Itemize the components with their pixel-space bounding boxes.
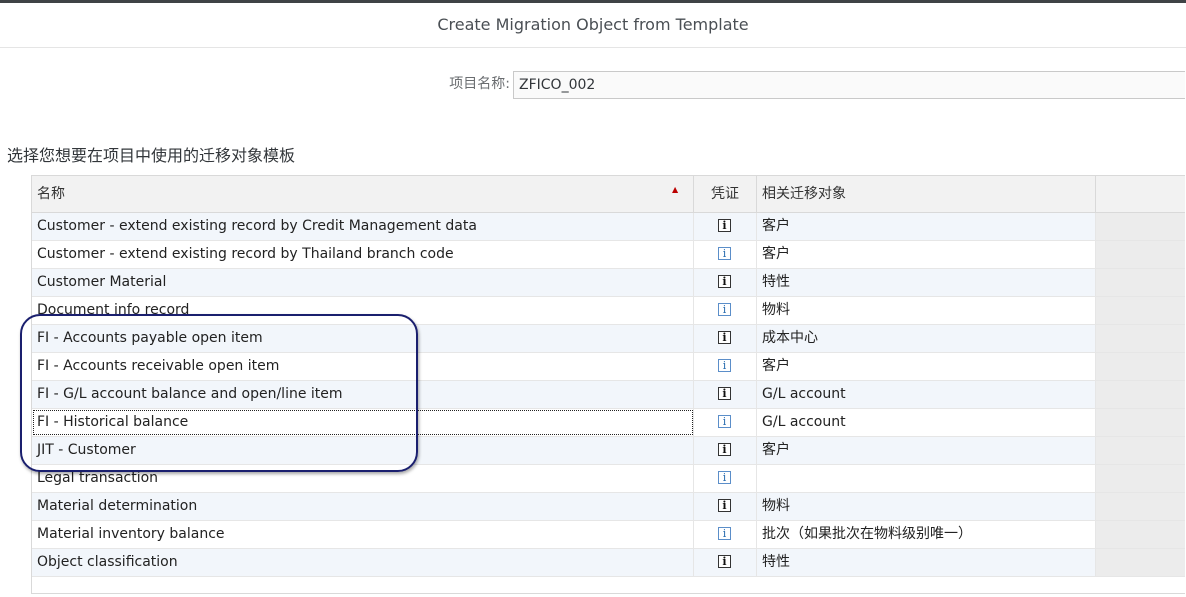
cell-filler: [1096, 549, 1185, 576]
cell-name: Material determination: [32, 493, 694, 520]
cell-related-object: 批次（如果批次在物料级别唯一）: [757, 521, 1096, 548]
cell-name: Customer - extend existing record by Tha…: [32, 241, 694, 268]
table-row[interactable]: Material determination i 物料: [32, 493, 1185, 521]
info-icon[interactable]: i: [718, 303, 731, 316]
cell-name: FI - Accounts receivable open item: [32, 353, 694, 380]
cell-voucher: i: [694, 213, 757, 240]
cell-voucher: i: [694, 241, 757, 268]
sort-ascending-icon: ▲: [672, 185, 679, 194]
column-header-name-label: 名称: [37, 186, 65, 202]
table-row[interactable]: Object classification i 特性: [32, 549, 1185, 577]
dialog-title: Create Migration Object from Template: [0, 4, 1186, 48]
cell-related-object: 特性: [757, 269, 1096, 296]
cell-name: FI - Accounts payable open item: [32, 325, 694, 352]
table-row[interactable]: Customer Material i 特性: [32, 269, 1185, 297]
cell-name: Material inventory balance: [32, 521, 694, 548]
table-row[interactable]: FI - Accounts receivable open item i 客户: [32, 353, 1185, 381]
cell-filler: [1096, 493, 1185, 520]
cell-related-object: 特性: [757, 549, 1096, 576]
column-header-filler: [1096, 176, 1185, 212]
template-table: 名称 ▲ 凭证 相关迁移对象 Customer - extend existin…: [31, 175, 1185, 594]
table-row[interactable]: Customer - extend existing record by Tha…: [32, 241, 1185, 269]
info-icon[interactable]: i: [718, 247, 731, 260]
info-icon[interactable]: i: [718, 555, 731, 568]
cell-related-object: 物料: [757, 493, 1096, 520]
project-name-label: 项目名称:: [449, 76, 510, 92]
table-row[interactable]: FI - Accounts payable open item i 成本中心: [32, 325, 1185, 353]
cell-voucher: i: [694, 353, 757, 380]
cell-filler: [1096, 465, 1185, 492]
info-icon[interactable]: i: [718, 527, 731, 540]
cell-voucher: i: [694, 269, 757, 296]
cell-name: Legal transaction: [32, 465, 694, 492]
cell-voucher: i: [694, 521, 757, 548]
column-header-related-objects[interactable]: 相关迁移对象: [757, 176, 1096, 212]
cell-related-object: 成本中心: [757, 325, 1096, 352]
info-icon[interactable]: i: [718, 275, 731, 288]
table-row[interactable]: Legal transaction i: [32, 465, 1185, 493]
cell-filler: [1096, 409, 1185, 436]
cell-filler: [1096, 381, 1185, 408]
cell-voucher: i: [694, 325, 757, 352]
table-row[interactable]: Customer - extend existing record by Cre…: [32, 213, 1185, 241]
table-row[interactable]: FI - Historical balance i G/L account: [32, 409, 1185, 437]
table-row[interactable]: Material inventory balance i 批次（如果批次在物料级别唯…: [32, 521, 1185, 549]
cell-related-object: G/L account: [757, 381, 1096, 408]
cell-voucher: i: [694, 409, 757, 436]
cell-voucher: i: [694, 381, 757, 408]
cell-voucher: i: [694, 297, 757, 324]
cell-filler: [1096, 353, 1185, 380]
table-row[interactable]: JIT - Customer i 客户: [32, 437, 1185, 465]
cell-voucher: i: [694, 465, 757, 492]
cell-name: Object classification: [32, 549, 694, 576]
cell-filler: [1096, 521, 1185, 548]
info-icon[interactable]: i: [718, 443, 731, 456]
cell-filler: [1096, 325, 1185, 352]
info-icon[interactable]: i: [718, 387, 731, 400]
cell-name: Customer - extend existing record by Cre…: [32, 213, 694, 240]
table-row[interactable]: Document info record i 物料: [32, 297, 1185, 325]
cell-related-object: 客户: [757, 353, 1096, 380]
column-header-name[interactable]: 名称 ▲: [32, 176, 694, 212]
table-row[interactable]: FI - G/L account balance and open/line i…: [32, 381, 1185, 409]
cell-related-object: 客户: [757, 241, 1096, 268]
column-header-voucher[interactable]: 凭证: [694, 176, 757, 212]
cell-name: Document info record: [32, 297, 694, 324]
section-title: 选择您想要在项目中使用的迁移对象模板: [7, 146, 296, 165]
cell-related-object: G/L account: [757, 409, 1096, 436]
cell-voucher: i: [694, 493, 757, 520]
cell-name: FI - G/L account balance and open/line i…: [32, 381, 694, 408]
cell-name: JIT - Customer: [32, 437, 694, 464]
cell-filler: [1096, 437, 1185, 464]
table-body: Customer - extend existing record by Cre…: [32, 213, 1185, 577]
cell-filler: [1096, 213, 1185, 240]
cell-related-object: 客户: [757, 437, 1096, 464]
info-icon[interactable]: i: [718, 359, 731, 372]
project-name-input[interactable]: ZFICO_002: [513, 71, 1185, 99]
table-header: 名称 ▲ 凭证 相关迁移对象: [32, 176, 1185, 213]
cell-voucher: i: [694, 437, 757, 464]
cell-related-object: 物料: [757, 297, 1096, 324]
cell-related-object: [757, 465, 1096, 492]
info-icon[interactable]: i: [718, 331, 731, 344]
cell-name: Customer Material: [32, 269, 694, 296]
info-icon[interactable]: i: [718, 471, 731, 484]
info-icon[interactable]: i: [718, 219, 731, 232]
cell-related-object: 客户: [757, 213, 1096, 240]
cell-filler: [1096, 241, 1185, 268]
cell-filler: [1096, 269, 1185, 296]
cell-filler: [1096, 297, 1185, 324]
top-border: [0, 0, 1186, 3]
cell-name: FI - Historical balance: [32, 409, 694, 436]
info-icon[interactable]: i: [718, 499, 731, 512]
info-icon[interactable]: i: [718, 415, 731, 428]
cell-voucher: i: [694, 549, 757, 576]
